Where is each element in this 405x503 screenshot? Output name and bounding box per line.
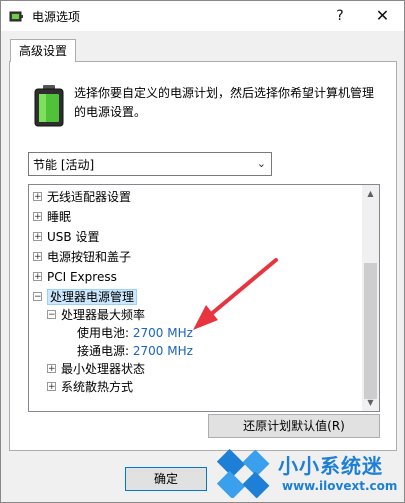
tree-item-label: 处理器最大频率: [61, 308, 146, 322]
description-text: 选择你要自定义的电源计划，然后选择你希望计算机管理的电源设置。: [74, 86, 375, 119]
power-options-icon: [9, 11, 23, 22]
expand-icon[interactable]: +: [33, 272, 42, 282]
help-button[interactable]: ?: [319, 1, 361, 31]
expand-icon[interactable]: +: [33, 232, 42, 242]
tree-item-wireless[interactable]: + 无线适配器设置: [33, 188, 131, 206]
setting-value[interactable]: 2700 MHz: [133, 344, 193, 358]
tree-item-label-selected: 处理器电源管理: [47, 289, 138, 305]
expand-icon[interactable]: +: [33, 252, 42, 262]
power-settings-tree[interactable]: + 无线适配器设置 + 睡眠 + USB 设置 + 电源按钮和盖子 + PCI Expre…: [28, 184, 380, 412]
tree-item-label: 电源按钮和盖子: [47, 250, 132, 264]
tree-item-cooling-policy[interactable]: + 系统散热方式: [47, 378, 133, 396]
power-options-dialog: 电源选项 ? ✕ 高级设置 选择你要自定义的电源计划，然后选择你希望计算机管理的…: [0, 0, 405, 503]
collapse-icon[interactable]: −: [33, 292, 42, 302]
tree-item-pci-express[interactable]: + PCI Express: [33, 268, 117, 286]
expand-icon[interactable]: +: [47, 382, 56, 392]
expand-icon[interactable]: +: [47, 364, 56, 374]
tree-item-label: USB 设置: [47, 230, 100, 244]
tree-item-max-frequency[interactable]: − 处理器最大频率: [47, 306, 145, 324]
battery-icon: [34, 85, 64, 127]
watermark-logo-icon: [216, 448, 270, 498]
chevron-down-icon: ⌄: [256, 157, 266, 170]
setting-value[interactable]: 2700 MHz: [133, 326, 193, 340]
power-plan-select[interactable]: 节能 [活动] ⌄: [28, 152, 272, 176]
scroll-up-arrow-icon[interactable]: ▲: [362, 185, 379, 202]
tree-item-min-processor-state[interactable]: + 最小处理器状态: [47, 360, 145, 378]
setting-label: 接通电源:: [77, 344, 130, 358]
watermark-url: www.ilovext.com: [282, 479, 398, 493]
scroll-down-arrow-icon[interactable]: ▼: [362, 394, 379, 411]
tree-item-sleep[interactable]: + 睡眠: [33, 208, 71, 226]
tree-item-usb[interactable]: + USB 设置: [33, 228, 99, 246]
tree-item-label: 最小处理器状态: [61, 362, 146, 376]
tree-item-label: PCI Express: [47, 270, 117, 284]
tree-item-on-battery[interactable]: 使用电池: 2700 MHz: [77, 324, 193, 342]
tree-item-plugged-in[interactable]: 接通电源: 2700 MHz: [77, 342, 193, 360]
power-plan-selected: 节能 [活动]: [33, 158, 95, 172]
collapse-icon[interactable]: −: [47, 310, 56, 320]
setting-label: 使用电池:: [77, 326, 130, 340]
expand-icon[interactable]: +: [33, 212, 42, 222]
title-bar[interactable]: 电源选项 ? ✕: [1, 1, 404, 31]
advanced-settings-panel: 选择你要自定义的电源计划，然后选择你希望计算机管理的电源设置。 节能 [活动] …: [9, 61, 397, 451]
tab-advanced-settings[interactable]: 高级设置: [10, 39, 76, 62]
tree-item-power-buttons[interactable]: + 电源按钮和盖子: [33, 248, 131, 266]
scrollbar-thumb[interactable]: [364, 263, 377, 399]
expand-icon[interactable]: +: [33, 192, 42, 202]
tree-item-label: 无线适配器设置: [47, 190, 132, 204]
ok-button[interactable]: 确定: [125, 467, 207, 491]
close-button[interactable]: ✕: [361, 1, 404, 31]
tree-item-label: 睡眠: [47, 210, 72, 224]
vertical-scrollbar[interactable]: ▲ ▼: [362, 185, 379, 411]
restore-defaults-button[interactable]: 还原计划默认值(R): [208, 414, 380, 438]
window-title: 电源选项: [32, 10, 81, 24]
watermark-brand: 小小系统迷: [278, 454, 383, 478]
tree-item-label: 系统散热方式: [61, 380, 134, 394]
tree-item-processor-power[interactable]: − 处理器电源管理: [33, 288, 138, 306]
